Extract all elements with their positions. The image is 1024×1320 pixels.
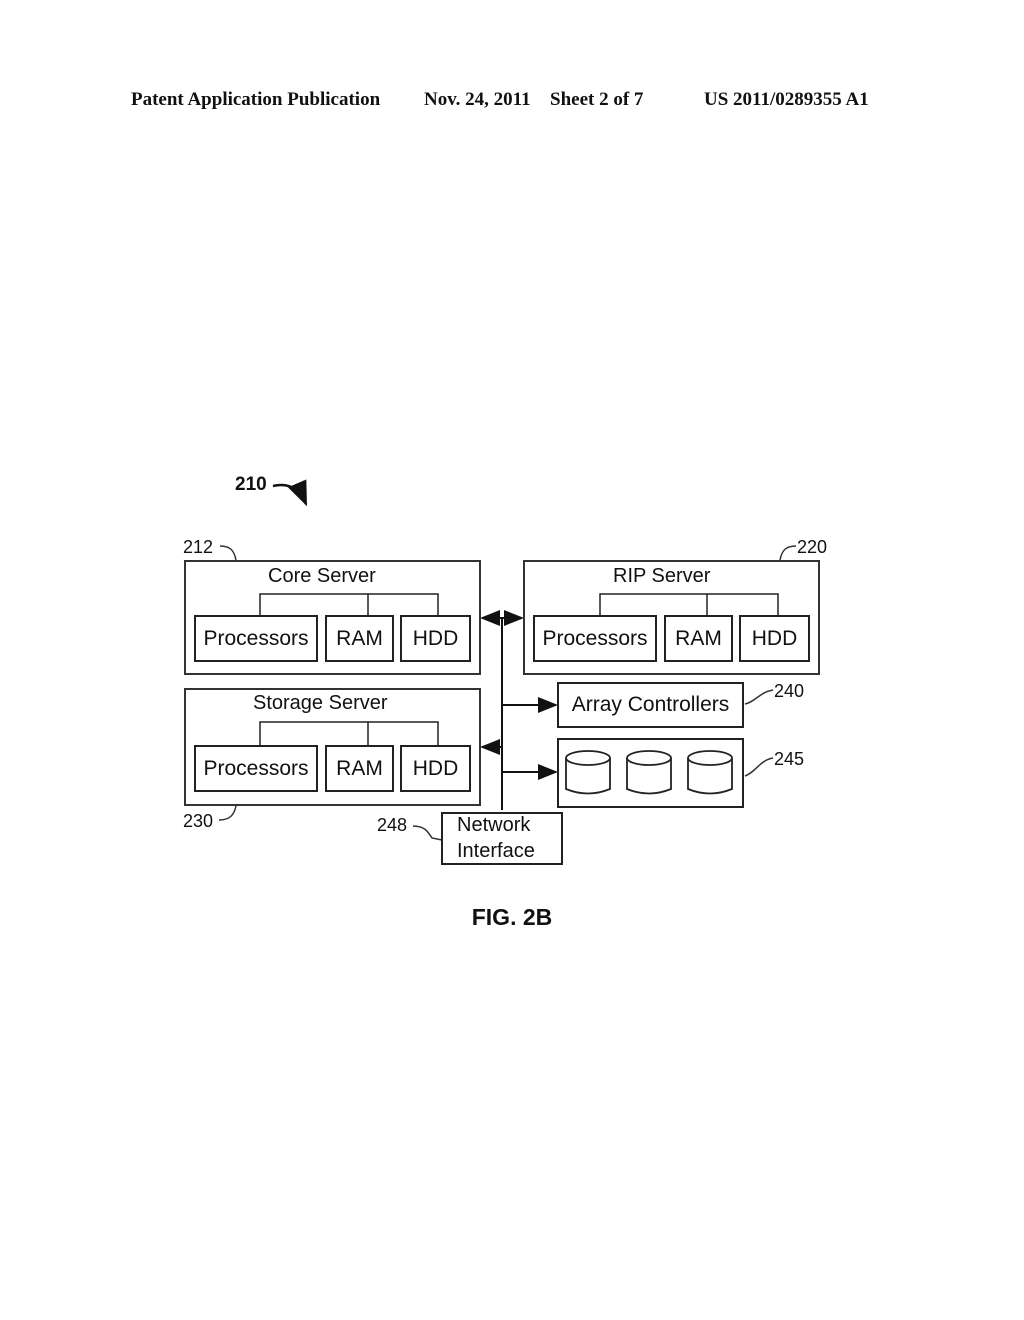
rip-server-title: RIP Server: [613, 565, 711, 587]
disk-array-box: [557, 738, 744, 808]
network-interface-line1: Network: [457, 814, 531, 836]
core-server-title: Core Server: [268, 565, 376, 587]
storage-ram: RAM: [325, 745, 394, 792]
leader-248: [412, 825, 443, 841]
rip-ram: RAM: [664, 615, 733, 662]
rip-server-ref: 220: [797, 537, 828, 557]
network-interface-ref: 248: [377, 815, 408, 835]
rip-hdd: HDD: [739, 615, 810, 662]
leader-245: [744, 757, 774, 777]
array-controllers-ref: 240: [774, 681, 805, 701]
storage-server-title: Storage Server: [253, 692, 388, 714]
figure-ref: 210: [235, 474, 267, 495]
leader-220: [779, 545, 797, 561]
connector-lines: [218, 479, 797, 841]
core-server-ref: 212: [183, 537, 214, 557]
leader-240: [744, 689, 774, 705]
leader-212: [219, 545, 237, 561]
figure-caption: FIG. 2B: [471, 904, 553, 930]
storage-processors: Processors: [194, 745, 318, 792]
leader-230: [218, 805, 237, 821]
core-processors: Processors: [194, 615, 318, 662]
core-hdd: HDD: [400, 615, 471, 662]
network-interface-line2: Interface: [457, 840, 535, 862]
core-ram: RAM: [325, 615, 394, 662]
storage-hdd: HDD: [400, 745, 471, 792]
storage-server-ref: 230: [183, 811, 214, 831]
array-controllers-box: Array Controllers: [557, 682, 744, 728]
disk-array-ref: 245: [774, 749, 805, 769]
figure-ref-arrow: [272, 479, 308, 507]
rip-processors: Processors: [533, 615, 657, 662]
